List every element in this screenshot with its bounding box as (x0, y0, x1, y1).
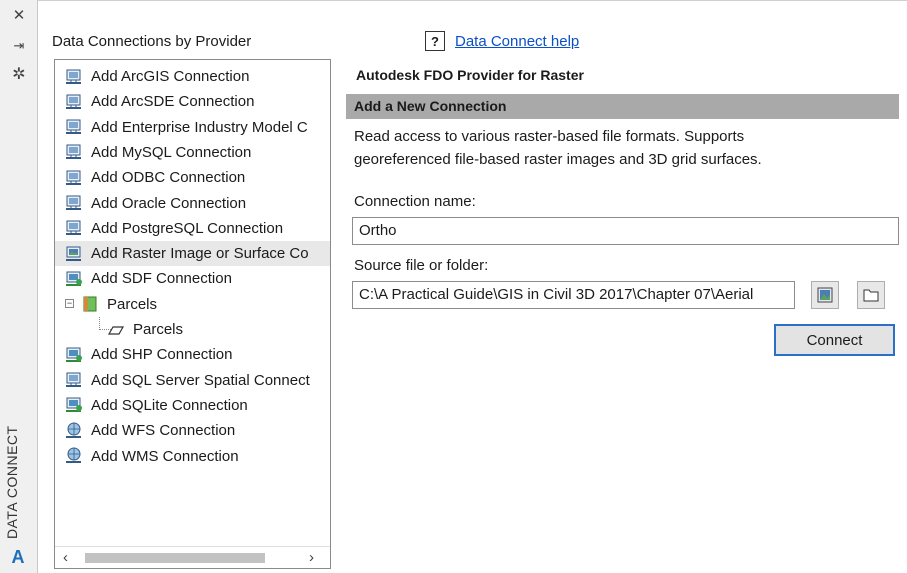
tree-item-label: Parcels (133, 321, 184, 338)
tree-item[interactable]: Add WMS Connection (55, 444, 330, 469)
tree-item[interactable]: Add ArcGIS Connection (55, 64, 330, 89)
file-connection-icon (65, 270, 83, 288)
tree-item[interactable]: Add SQL Server Spatial Connect (55, 368, 330, 393)
tree-item[interactable]: Add ArcSDE Connection (55, 89, 330, 114)
folder-icon (863, 289, 879, 302)
db-connection-icon (65, 143, 83, 161)
tree-item[interactable]: Add SHP Connection (55, 342, 330, 367)
raster-connection-icon (65, 245, 83, 263)
tree-item-label: Add ArcSDE Connection (91, 93, 255, 111)
tree-item[interactable]: Add Raster Image or Surface Co (55, 241, 330, 267)
properties-icon[interactable]: ✲ (0, 64, 38, 84)
palette-title: DATA CONNECT (4, 425, 20, 539)
scroll-left-icon[interactable]: ‹ (63, 549, 68, 566)
provider-tree[interactable]: Add ArcGIS Connection Add ArcSDE Connecti… (54, 59, 331, 569)
file-connection-icon (65, 396, 83, 414)
connection-name-label: Connection name: (354, 193, 476, 210)
tree-item-label: Add SQLite Connection (91, 396, 248, 414)
tree-item-label: Add SQL Server Spatial Connect (91, 371, 310, 389)
scroll-thumb[interactable] (85, 553, 265, 563)
palette-strip: ✕ ⇥ ✲ DATA CONNECT A (0, 0, 38, 573)
provider-name: Autodesk FDO Provider for Raster (356, 67, 584, 83)
help-link[interactable]: Data Connect help (455, 33, 579, 50)
web-connection-icon (65, 422, 83, 440)
tree-item-label: Add ODBC Connection (91, 169, 246, 187)
db-connection-icon (65, 371, 83, 389)
description-line: georeferenced file-based raster images a… (354, 151, 762, 168)
source-path-input[interactable]: C:\A Practical Guide\GIS in Civil 3D 201… (352, 281, 795, 309)
help-icon: ? (425, 31, 445, 51)
scroll-right-icon[interactable]: › (309, 549, 314, 566)
tree-item-label: Add SDF Connection (91, 270, 232, 288)
source-label: Source file or folder: (354, 257, 489, 274)
db-connection-icon (65, 93, 83, 111)
collapse-toggle-icon[interactable]: − (65, 298, 74, 308)
tree-item-label: Add SHP Connection (91, 346, 233, 364)
tree-item-label: Add Enterprise Industry Model C (91, 118, 308, 136)
data-connect-panel: Data Connections by Provider Add ArcGIS … (38, 0, 907, 573)
tree-item[interactable]: Add Enterprise Industry Model C (55, 115, 330, 140)
file-connection-icon (65, 346, 83, 364)
db-connection-icon (65, 68, 83, 86)
tree-item[interactable]: Add WFS Connection (55, 418, 330, 443)
close-icon[interactable]: ✕ (0, 6, 38, 24)
db-connection-icon (65, 219, 83, 237)
tree-item-label: Add PostgreSQL Connection (91, 219, 284, 237)
provider-description: Read access to various raster-based file… (354, 125, 894, 171)
providers-caption: Data Connections by Provider (52, 33, 252, 50)
tree-item[interactable]: − Parcels (55, 292, 330, 317)
autocad-logo-icon: A (11, 547, 25, 567)
web-connection-icon (65, 447, 83, 465)
tree-item[interactable]: Add PostgreSQL Connection (55, 216, 330, 241)
tree-item[interactable]: Parcels (55, 317, 330, 342)
autohide-icon[interactable]: ⇥ (0, 38, 38, 54)
tree-item-label: Parcels (107, 295, 158, 313)
browse-file-button[interactable] (811, 281, 839, 309)
tree-item-label: Add Raster Image or Surface Co (91, 245, 309, 263)
description-line: Read access to various raster-based file… (354, 128, 745, 145)
db-connection-icon (65, 194, 83, 212)
tree-item-label: Add WFS Connection (91, 422, 236, 440)
db-connection-icon (65, 118, 83, 136)
help-row: ? Data Connect help (425, 31, 579, 51)
raster-file-icon (817, 287, 833, 303)
connect-button[interactable]: Connect (774, 324, 895, 356)
tree-item-label: Add MySQL Connection (91, 143, 252, 161)
tree-item[interactable]: Add ODBC Connection (55, 165, 330, 190)
db-connection-icon (65, 169, 83, 187)
tree-item[interactable]: Add SDF Connection (55, 266, 330, 291)
tree-item[interactable]: Add MySQL Connection (55, 140, 330, 165)
tree-item-label: Add Oracle Connection (91, 194, 247, 212)
feature-source-icon (81, 295, 99, 313)
tree-item-label: Add ArcGIS Connection (91, 68, 250, 85)
connection-name-input[interactable]: Ortho (352, 217, 899, 245)
tree-item-label: Add WMS Connection (91, 447, 239, 465)
browse-folder-button[interactable] (857, 281, 885, 309)
section-header: Add a New Connection (346, 94, 899, 119)
tree-item[interactable]: Add Oracle Connection (55, 191, 330, 216)
polygon-layer-icon (107, 321, 125, 339)
horizontal-scrollbar[interactable]: ‹ › (55, 546, 330, 568)
tree-item[interactable]: Add SQLite Connection (55, 393, 330, 418)
